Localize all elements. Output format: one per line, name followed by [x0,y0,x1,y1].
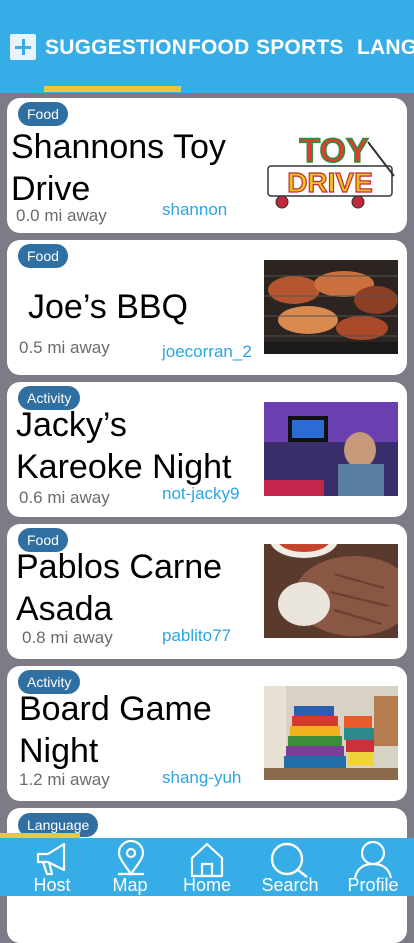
category-badge: Food [18,244,68,268]
event-card[interactable]: Activity Board Game Night 1.2 mi away sh… [7,666,407,801]
event-title: Joe’s BBQ [28,288,189,326]
toy-drive-logo-image: TOY DRIVE [264,118,398,212]
event-card[interactable]: Food Shannons Toy Drive 0.0 mi away shan… [7,98,407,233]
nav-home[interactable]: Home [167,838,247,896]
toy-logo-line2: DRIVE [287,167,373,198]
event-title: Shannons Toy Drive [11,128,226,208]
event-distance: 0.5 mi away [19,338,110,357]
karaoke-photo [264,402,398,496]
category-badge: Food [18,102,68,126]
event-title: Pablos Carne Asada [16,548,223,628]
toy-logo-line1: TOY [299,132,369,170]
tab-sports[interactable]: SPORTS [256,36,344,60]
event-host-username[interactable]: pablito77 [162,626,231,646]
tab-food[interactable]: FOOD [188,36,249,60]
event-distance: 0.6 mi away [19,488,110,507]
event-card[interactable]: Activity Jacky’s Kareoke Night 0.6 mi aw… [7,382,407,517]
event-distance: 0.0 mi away [16,206,107,225]
bottom-navigation: Host Map Home Search Profile [0,838,414,896]
top-header: SUGGESTION FOOD SPORTS LANG [0,0,414,93]
nav-label-host: Host [33,875,71,895]
event-distance: 1.2 mi away [19,770,110,789]
event-title: Jacky’s Kareoke Night [16,406,232,486]
nav-map[interactable]: Map [90,838,170,896]
nav-profile[interactable]: Profile [333,838,413,896]
event-distance: 0.8 mi away [22,628,113,647]
event-title: Board Game Night [19,690,212,770]
carne-asada-photo [264,544,398,638]
event-host-username[interactable]: shang-yuh [162,768,241,788]
nav-label-home: Home [182,875,231,895]
nav-label-search: Search [261,875,319,895]
event-host-username[interactable]: joecorran_2 [162,342,252,362]
nav-host[interactable]: Host [12,838,92,896]
board-games-photo [264,686,398,780]
add-icon[interactable] [10,34,36,60]
map-pin-icon [117,840,145,876]
event-host-username[interactable]: shannon [162,200,227,220]
event-host-username[interactable]: not-jacky9 [162,484,239,504]
nav-search[interactable]: Search [250,838,330,896]
bbq-grill-photo [264,260,398,354]
profile-icon [353,840,393,878]
nav-label-map: Map [112,875,148,895]
home-icon [190,842,224,878]
event-card[interactable]: Food Joe’s BBQ 0.5 mi away joecorran_2 [7,240,407,375]
megaphone-icon [36,842,66,876]
search-icon [270,842,308,878]
event-card[interactable]: Food Pablos Carne Asada 0.8 mi away pabl… [7,524,407,659]
tab-language[interactable]: LANG [357,36,414,60]
nav-label-profile: Profile [347,875,399,895]
tab-suggestion[interactable]: SUGGESTION [45,36,187,60]
active-tab-indicator [44,86,181,92]
